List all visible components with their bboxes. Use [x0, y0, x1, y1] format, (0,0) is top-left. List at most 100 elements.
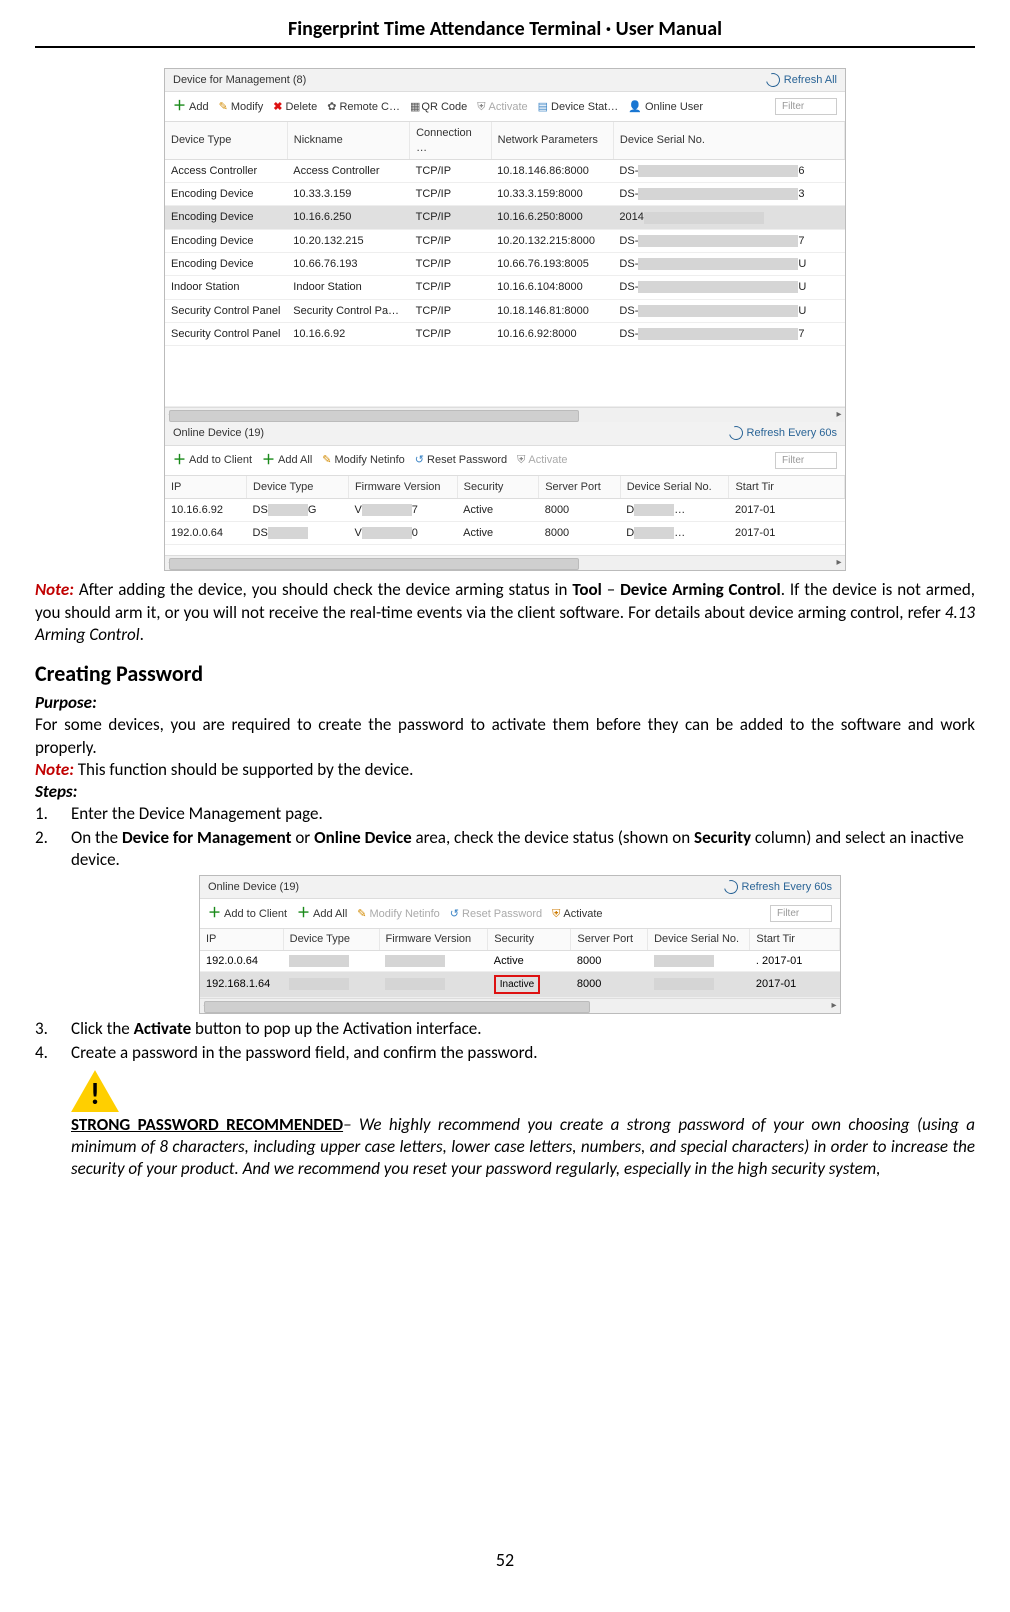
s2-col-dtype[interactable]: Device Type	[283, 929, 379, 950]
cell-serial: DS-3	[613, 183, 844, 206]
cell-nick: 10.66.76.193	[287, 253, 409, 276]
steps-label: Steps:	[35, 781, 77, 802]
step-2: On the Device for Management or Online D…	[35, 827, 975, 1014]
cell-nick: 10.16.6.250	[287, 206, 409, 229]
cell-net: 10.18.146.81:8000	[491, 299, 613, 322]
page-header: Fingerprint Time Attendance Terminal · U…	[35, 10, 975, 48]
cell-dtype: Encoding Device	[165, 253, 287, 276]
scroll-thumb[interactable]	[204, 1001, 590, 1013]
scroll-thumb[interactable]	[169, 558, 579, 570]
ocol-serial[interactable]: Device Serial No.	[620, 476, 729, 499]
table-row[interactable]: Encoding Device10.33.3.159TCP/IP10.33.3.…	[165, 183, 845, 206]
s2-scrollbar[interactable]: ◂ ▸	[200, 998, 840, 1013]
s2-col-start[interactable]: Start Tir	[750, 929, 840, 950]
pencil-icon: ✎	[219, 100, 228, 114]
ocol-start[interactable]: Start Tir	[729, 476, 845, 499]
scroll-right-icon[interactable]: ▸	[833, 557, 845, 569]
note-tool: Tool	[572, 579, 601, 600]
activate2-label: Activate	[528, 453, 567, 467]
activate-button[interactable]: ⛨Activate	[477, 100, 527, 114]
s2-filter-input[interactable]: Filter	[770, 905, 832, 922]
filter2-input[interactable]: Filter	[775, 452, 837, 469]
activate2-button[interactable]: ⛨Activate	[517, 453, 567, 467]
shot2-refresh-button[interactable]: Refresh Every 60s	[724, 880, 832, 894]
scroll-thumb[interactable]	[169, 410, 579, 422]
online-user-button[interactable]: 👤Online User	[628, 100, 703, 114]
modify-button[interactable]: ✎Modify	[219, 100, 264, 114]
h-scrollbar2[interactable]: ◂ ▸	[165, 555, 845, 570]
s2a: On the	[71, 827, 122, 848]
col-serial[interactable]: Device Serial No.	[613, 122, 844, 159]
table-row[interactable]: Encoding Device10.20.132.215TCP/IP10.20.…	[165, 229, 845, 252]
s2-col-sec[interactable]: Security	[488, 929, 571, 950]
col-device-type[interactable]: Device Type	[165, 122, 287, 159]
table-row[interactable]: 10.16.6.92DSGV7Active8000D…2017-01	[165, 498, 845, 521]
redacted	[362, 504, 412, 516]
cell-dtype: Indoor Station	[165, 276, 287, 299]
s2-activate-button[interactable]: ⛨Activate	[552, 907, 602, 921]
dfm-toolbar: ＋Add ✎Modify ✖Delete ✿Remote C… ▦QR Code…	[165, 92, 845, 122]
table-row[interactable]: Encoding Device10.16.6.250TCP/IP10.16.6.…	[165, 206, 845, 229]
table-row-selected[interactable]: 192.168.1.64 Inactive 8000 2017-01	[200, 971, 840, 997]
online-title: Online Device (19)	[173, 426, 264, 440]
shot2-refresh-label: Refresh Every 60s	[742, 880, 832, 894]
ocol-ip[interactable]: IP	[165, 476, 247, 499]
cell-net: 10.66.76.193:8005	[491, 253, 613, 276]
s2-resetpw-button[interactable]: ↺Reset Password	[450, 907, 542, 921]
table-row[interactable]: Indoor StationIndoor StationTCP/IP10.16.…	[165, 276, 845, 299]
cell-serial: D…	[620, 522, 729, 545]
redacted	[638, 328, 798, 340]
ocol-sec[interactable]: Security	[457, 476, 539, 499]
refresh-all-button[interactable]: Refresh All	[766, 73, 837, 87]
ocol-port[interactable]: Server Port	[539, 476, 621, 499]
table-row[interactable]: Encoding Device10.66.76.193TCP/IP10.66.7…	[165, 253, 845, 276]
s2-col-fw[interactable]: Firmware Version	[379, 929, 488, 950]
note-text-a: After adding the device, you should chec…	[74, 579, 572, 600]
add-button[interactable]: ＋Add	[173, 98, 209, 115]
shield-icon: ⛨	[517, 453, 525, 467]
scroll-right-icon[interactable]: ▸	[828, 1000, 840, 1012]
table-row[interactable]: 192.0.0.64 Active 8000 . 2017-01	[200, 950, 840, 971]
modify-netinfo-button[interactable]: ✎Modify Netinfo	[322, 453, 405, 467]
add-client-button[interactable]: ＋Add to Client	[173, 452, 252, 469]
redacted	[638, 258, 798, 270]
remote-button[interactable]: ✿Remote C…	[327, 100, 400, 114]
s2-col-port[interactable]: Server Port	[571, 929, 648, 950]
table-row[interactable]: Security Control PanelSecurity Control P…	[165, 299, 845, 322]
qr-button[interactable]: ▦QR Code	[410, 100, 467, 114]
delete-button[interactable]: ✖Delete	[273, 100, 317, 114]
table-row[interactable]: Security Control Panel10.16.6.92TCP/IP10…	[165, 322, 845, 345]
ocol-dtype[interactable]: Device Type	[247, 476, 349, 499]
scroll-right-icon[interactable]: ▸	[833, 409, 845, 421]
s2-col-ip[interactable]: IP	[200, 929, 283, 950]
s2-modnet-button[interactable]: ✎Modify Netinfo	[357, 907, 440, 921]
s2-addclient-label: Add to Client	[224, 907, 287, 921]
s2-addall-button[interactable]: ＋Add All	[297, 905, 347, 922]
add-all-button[interactable]: ＋Add All	[262, 452, 312, 469]
shield-icon: ⛨	[552, 907, 560, 921]
ocol-fw[interactable]: Firmware Version	[348, 476, 457, 499]
device-stat-button[interactable]: ▤Device Stat…	[538, 100, 619, 114]
cell-sec: Active	[488, 950, 571, 971]
cell-dtype: Encoding Device	[165, 206, 287, 229]
creating-password-heading: Creating Password	[35, 660, 975, 689]
col-connection[interactable]: Connection …	[410, 122, 492, 159]
cell-conn: TCP/IP	[410, 229, 492, 252]
cell-serial: DS-7	[613, 322, 844, 345]
table-row[interactable]: Access ControllerAccess ControllerTCP/IP…	[165, 159, 845, 182]
cell-fw: V0	[348, 522, 457, 545]
s2-col-serial[interactable]: Device Serial No.	[648, 929, 750, 950]
cell-dtype: Access Controller	[165, 159, 287, 182]
s2f: Security	[694, 827, 751, 848]
filter-input[interactable]: Filter	[775, 98, 837, 115]
col-nickname[interactable]: Nickname	[287, 122, 409, 159]
col-network[interactable]: Network Parameters	[491, 122, 613, 159]
refresh60-button[interactable]: Refresh Every 60s	[729, 426, 837, 440]
s2-addclient-button[interactable]: ＋Add to Client	[208, 905, 287, 922]
reset-password-button[interactable]: ↺Reset Password	[415, 453, 507, 467]
cell-net: 10.33.3.159:8000	[491, 183, 613, 206]
cell-port: 8000	[571, 971, 648, 997]
note-dash: –	[602, 579, 620, 600]
table-row[interactable]: 192.0.0.64DSV0Active8000D…2017-01	[165, 522, 845, 545]
h-scrollbar[interactable]: ◂ ▸	[165, 407, 845, 422]
